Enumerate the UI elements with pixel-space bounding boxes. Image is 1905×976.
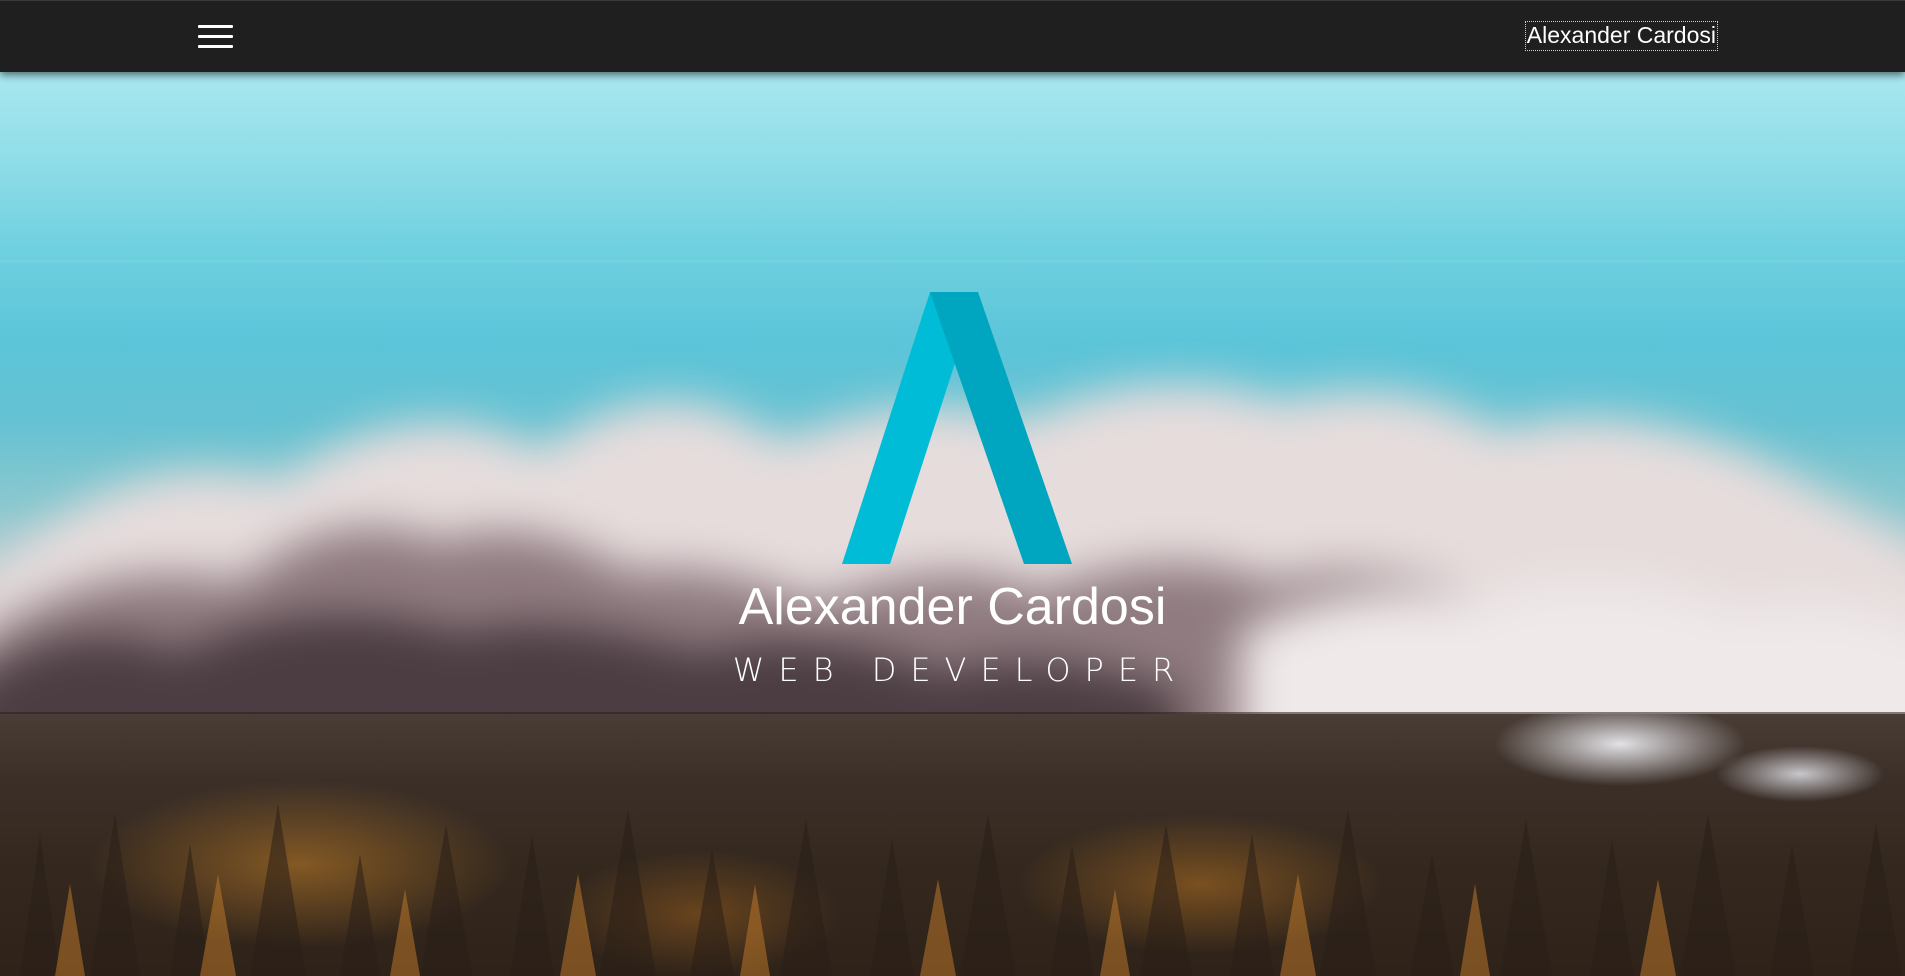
menu-button[interactable]	[196, 25, 236, 51]
hamburger-menu-icon-line	[198, 35, 233, 38]
hero-background-forest	[0, 714, 1905, 976]
page: Alexander Cardosi Alexander Cardosi WEB …	[0, 0, 1905, 976]
brand-link[interactable]: Alexander Cardosi	[1524, 21, 1719, 51]
hero-role: WEB DEVELOPER	[732, 651, 1189, 689]
letter-a-logo-icon	[842, 292, 1072, 564]
hero-background-band	[0, 260, 1905, 262]
hamburger-menu-icon-line	[198, 45, 233, 48]
hero-name: Alexander Cardosi	[738, 578, 1167, 636]
forest-texture	[20, 804, 1902, 976]
hamburger-menu-icon-line	[198, 25, 233, 28]
top-navbar: Alexander Cardosi	[0, 0, 1905, 72]
